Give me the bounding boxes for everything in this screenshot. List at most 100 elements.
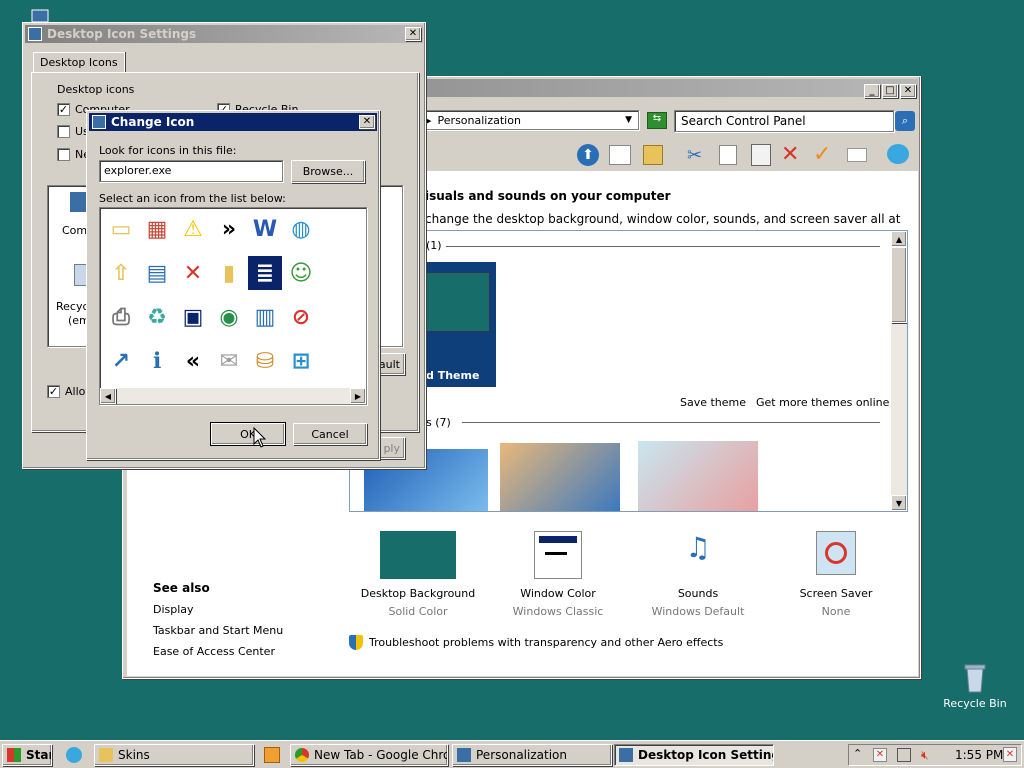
close-button[interactable]: ✕	[405, 27, 421, 41]
world-icon[interactable]: ◉	[212, 300, 246, 334]
printer-icon[interactable]: ⎙	[104, 300, 138, 334]
ie-quicklaunch-icon[interactable]	[66, 747, 82, 763]
icon-grid: ▭ ▦ ⚠» W ◍ ⇧ ▤ ✕ ▮ ≣ ☺ ⎙ ♻ ▣ ◉ ▥ ⊘ ↗ ℹ «✉ ⛁ ⊞	[102, 210, 364, 386]
task-chrome[interactable]: New Tab - Google Chrome	[290, 744, 448, 766]
start-label: Start	[26, 748, 51, 762]
file-input[interactable]: explorer.exe	[99, 160, 283, 182]
section-divider	[462, 422, 880, 423]
ok-button[interactable]: OK	[210, 422, 286, 446]
close-button[interactable]: ✕	[359, 115, 375, 129]
troubleshoot-link[interactable]: Troubleshoot problems with transparency …	[349, 635, 723, 650]
users-icon[interactable]: ☺	[284, 256, 318, 290]
unsaved-theme-tile[interactable]: d Theme	[426, 262, 496, 387]
see-also-ease-of-access[interactable]: Ease of Access Center	[153, 645, 275, 658]
action-center-icon[interactable]: ✕	[873, 748, 887, 762]
show-desktop-icon[interactable]: ✕	[1003, 747, 1017, 762]
see-also-display[interactable]: Display	[153, 603, 194, 616]
back-arrows-icon[interactable]: «	[176, 344, 210, 378]
clock[interactable]: 1:55 PM	[955, 748, 1003, 762]
save-theme-link[interactable]: Save theme	[680, 396, 746, 409]
window-color-item[interactable]: Window Color Windows Classic	[499, 531, 617, 621]
desktop-background-swatch	[380, 531, 456, 579]
warning-icon[interactable]: ⚠	[176, 212, 210, 246]
views-icon[interactable]	[643, 145, 663, 165]
tray-expand-icon[interactable]: ⌃	[853, 747, 862, 760]
window-icon	[92, 115, 106, 129]
forward-arrows-icon[interactable]: »	[212, 212, 246, 246]
screen-saver-item[interactable]: Screen Saver None	[777, 531, 895, 621]
globe-icon[interactable]: ◍	[284, 212, 318, 246]
task-personalization-label: Personalization	[476, 748, 567, 762]
sounds-item[interactable]: ♫ Sounds Windows Default	[639, 531, 757, 621]
shortcut-icon[interactable]: ↗	[104, 344, 138, 378]
task-skins[interactable]: Skins	[94, 744, 254, 766]
refresh-icon[interactable]: ⇆	[647, 112, 667, 129]
info-icon[interactable]: ℹ	[140, 344, 174, 378]
horizontal-scrollbar[interactable]: ◀ ▶	[100, 388, 366, 404]
basket-icon[interactable]: ⛁	[248, 344, 282, 378]
shell-icon[interactable]	[887, 144, 909, 164]
folders-icon[interactable]	[609, 145, 631, 165]
computer-icon[interactable]: ▣	[176, 300, 210, 334]
folders-icon[interactable]: ▮	[212, 256, 246, 290]
network-computers-icon[interactable]: ▥	[248, 300, 282, 334]
desktop-icon-settings-title: Desktop Icon Settings	[47, 27, 197, 41]
windows-logo-icon[interactable]: ⊞	[284, 344, 318, 378]
start-button[interactable]: Start	[2, 744, 52, 766]
network-checkbox[interactable]	[57, 148, 70, 161]
shield-icon	[349, 635, 363, 650]
recycle-bin-icon	[964, 664, 986, 693]
scroll-down-button[interactable]: ▼	[891, 495, 907, 511]
scroll-thumb[interactable]	[891, 247, 907, 323]
browse-button[interactable]: Browse...	[291, 160, 365, 183]
computer-checkbox[interactable]: ✓	[57, 103, 70, 116]
themes-list[interactable]: (1) d Theme Save theme Get more themes o…	[349, 230, 908, 512]
word-document-icon[interactable]: W	[248, 212, 282, 246]
close-button[interactable]: ✕	[900, 84, 916, 98]
users-checkbox[interactable]	[57, 125, 70, 138]
search-icon[interactable]: ⌕	[895, 111, 915, 131]
properties-icon[interactable]: ✓	[813, 142, 831, 167]
system-tray: ⌃ ✕ 🔇︎ 1:55 PM ✕	[848, 744, 1022, 766]
address-bar[interactable]: ▸ Personalization ▼	[421, 110, 639, 130]
paste-icon[interactable]	[751, 144, 771, 166]
search-input[interactable]: Search Control Panel	[674, 110, 894, 132]
minimize-button[interactable]: _	[864, 84, 880, 98]
document-list-icon[interactable]: ≣	[247, 255, 283, 291]
copy-icon[interactable]	[719, 145, 737, 165]
cut-icon[interactable]: ✂	[687, 145, 702, 166]
error-icon[interactable]: ✕	[176, 256, 210, 290]
cancel-button[interactable]: Cancel	[293, 423, 367, 445]
up-icon[interactable]: ⬆	[577, 144, 599, 166]
volume-icon[interactable]: 🔇︎	[921, 748, 929, 763]
theme-nature[interactable]	[638, 441, 758, 511]
see-also-taskbar[interactable]: Taskbar and Start Menu	[153, 624, 283, 637]
desktop-recycle-bin[interactable]: Recycle Bin	[940, 662, 1010, 714]
theme-architecture[interactable]	[500, 443, 620, 511]
delete-icon[interactable]: ✕	[781, 142, 799, 167]
control-panel-icon[interactable]: ▤	[140, 256, 174, 290]
maximize-button[interactable]: □	[882, 84, 898, 98]
chevron-down-icon[interactable]: ▼	[625, 115, 632, 125]
printer-help-icon[interactable]: ▦	[140, 212, 174, 246]
folder-up-icon[interactable]: ⇧	[104, 256, 138, 290]
desktop-background-item[interactable]: Desktop Background Solid Color	[359, 531, 477, 621]
tab-desktop-icons[interactable]: Desktop Icons	[33, 52, 125, 73]
mail-icon[interactable]	[847, 148, 867, 162]
task-personalization[interactable]: Personalization	[452, 744, 612, 766]
scroll-left-button[interactable]: ◀	[100, 388, 116, 404]
task-desktop-icon-settings[interactable]: Desktop Icon Settings	[614, 744, 774, 766]
icon-list[interactable]: ▭ ▦ ⚠» W ◍ ⇧ ▤ ✕ ▮ ≣ ☺ ⎙ ♻ ▣ ◉ ▥ ⊘ ↗ ℹ «✉ ⛁ ⊞ ◀ ▶	[99, 207, 367, 405]
media-quicklaunch-icon[interactable]	[264, 747, 280, 763]
folder-open-icon[interactable]: ▭	[104, 212, 138, 246]
scroll-right-button[interactable]: ▶	[350, 388, 366, 404]
allow-themes-checkbox[interactable]: ✓	[47, 385, 60, 398]
mail-icon[interactable]: ✉	[212, 344, 246, 378]
network-icon[interactable]	[897, 748, 911, 762]
recycle-icon[interactable]: ♻	[140, 300, 174, 334]
scroll-up-button[interactable]: ▲	[891, 231, 907, 247]
themes-scrollbar[interactable]: ▲ ▼	[891, 231, 907, 511]
blocked-document-icon[interactable]: ⊘	[284, 300, 318, 334]
more-themes-link[interactable]: Get more themes online	[756, 396, 889, 409]
my-themes-count: (1)	[426, 239, 442, 252]
